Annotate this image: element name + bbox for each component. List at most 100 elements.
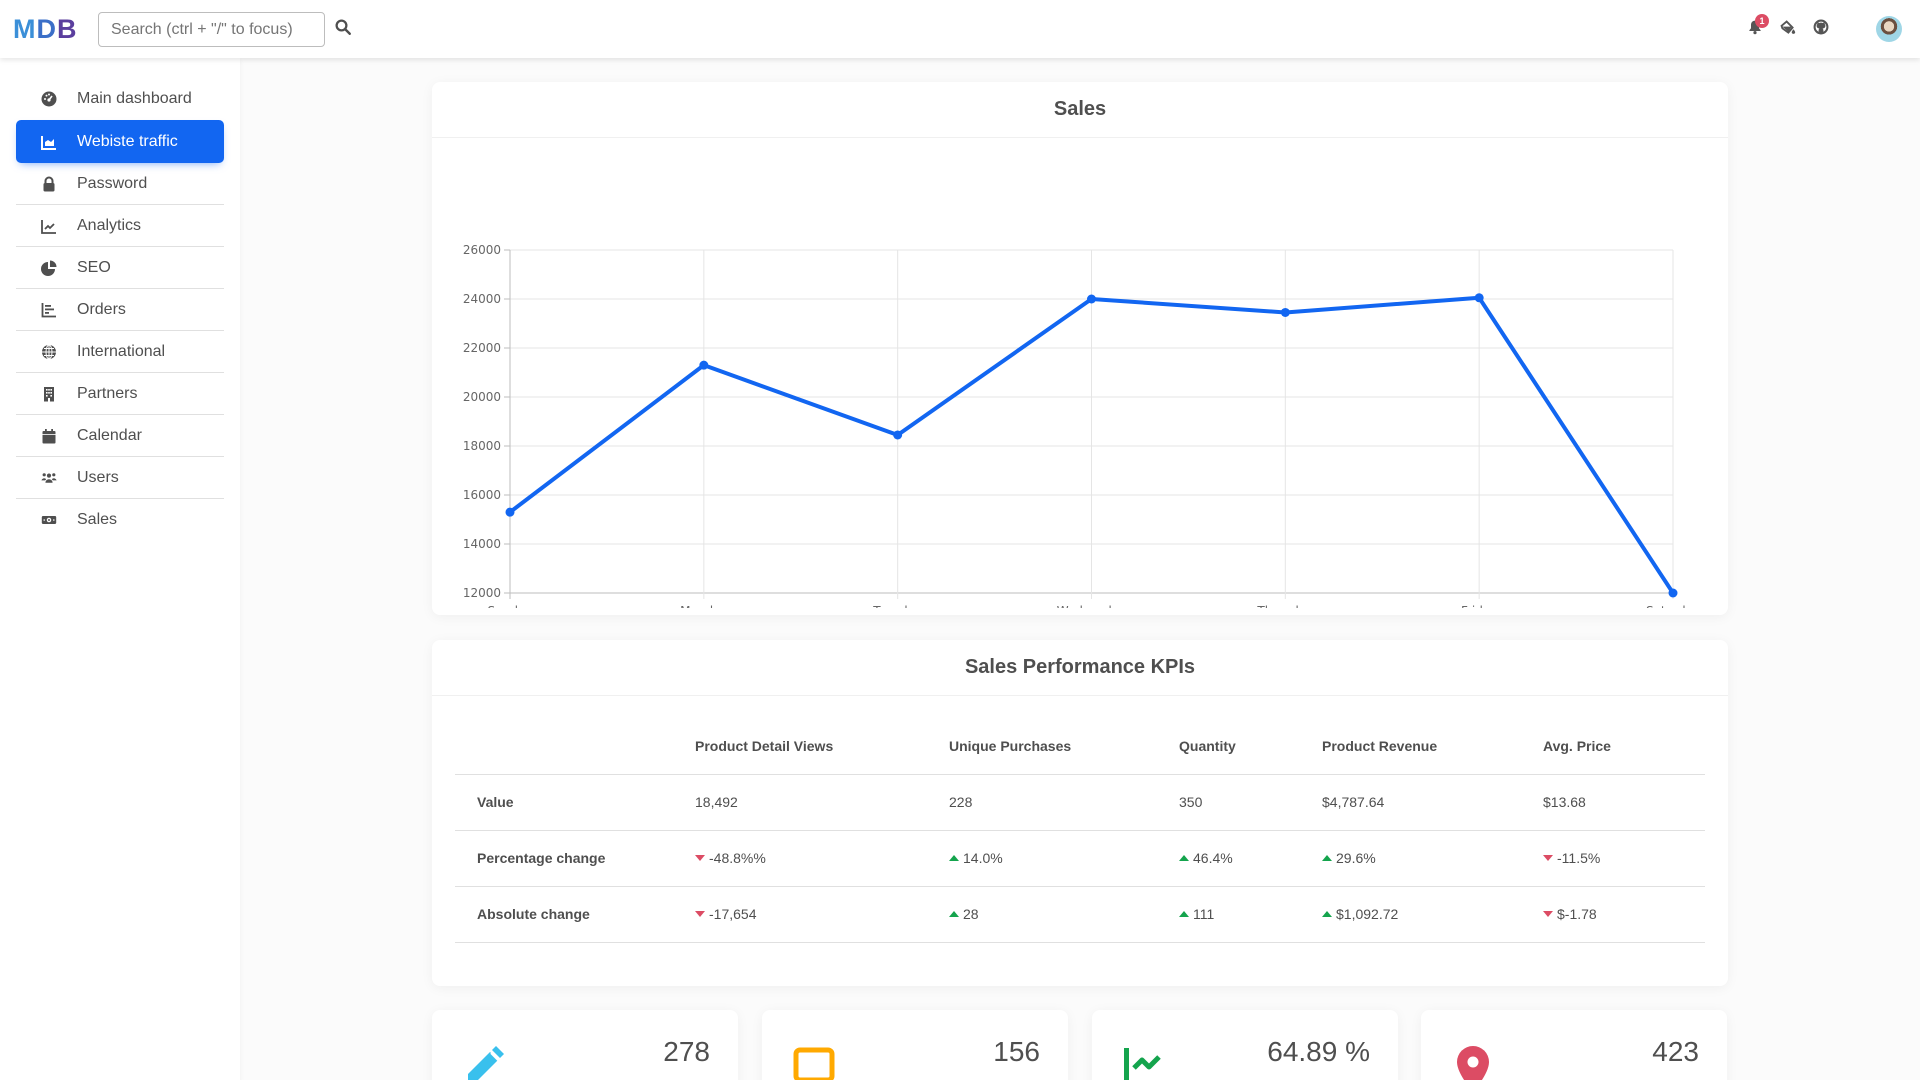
- stat-card: 278: [432, 1010, 738, 1080]
- area-chart-icon: [41, 134, 57, 150]
- kpi-cell-value: 29.6%: [1336, 850, 1376, 866]
- kpi-cell-value: $13.68: [1543, 794, 1586, 810]
- x-tick-label: Tuesday: [872, 604, 922, 608]
- kpi-cell-value: $1,092.72: [1336, 906, 1399, 922]
- stat-value: 156: [993, 1036, 1040, 1067]
- caret-up-icon: [1179, 911, 1189, 917]
- stat-card: 64.89 %: [1092, 1010, 1398, 1080]
- x-tick-label: Friday: [1461, 604, 1497, 608]
- pencil-icon: [460, 1044, 508, 1080]
- kpi-cell: $-1.78: [1521, 886, 1705, 943]
- sidebar-item-seo[interactable]: SEO: [16, 247, 224, 289]
- kpi-cell: -17,654: [673, 886, 927, 943]
- sidebar-item-partners[interactable]: Partners: [16, 373, 224, 415]
- kpi-cell: 28: [927, 886, 1157, 943]
- kpi-row-percentage-change: Percentage change -48.8%% 14.0% 46.4% 29.6% -…: [455, 830, 1705, 887]
- users-icon: [41, 470, 57, 486]
- kpi-row-value: Value 18,492 228 350 $4,787.64 $13.68: [455, 774, 1705, 831]
- sidebar-item-label: Orders: [77, 300, 126, 318]
- stat-value: 64.89 %: [1267, 1036, 1370, 1067]
- sidebar-item-orders[interactable]: Orders: [16, 289, 224, 331]
- line-chart-icon: [41, 218, 57, 234]
- kpi-cell-value: $-1.78: [1557, 906, 1597, 922]
- kpi-cell-value: 14.0%: [963, 850, 1003, 866]
- data-point-friday: [1474, 293, 1484, 303]
- comment-icon: [790, 1044, 838, 1080]
- kpi-cell-value: 350: [1179, 794, 1203, 810]
- kpi-cell-value: 28: [963, 906, 979, 922]
- caret-up-icon: [949, 855, 959, 861]
- sidebar-item-sales[interactable]: Sales: [16, 499, 224, 541]
- x-tick-label: Sunday: [488, 604, 533, 608]
- logo-letter-d: D: [36, 14, 57, 44]
- kpi-cell: -11.5%: [1521, 830, 1705, 887]
- search-input[interactable]: [98, 12, 325, 47]
- kpi-cell: $1,092.72: [1300, 886, 1521, 943]
- data-point-saturday: [1668, 588, 1678, 598]
- sales-line-chart: 26000 24000 22000 20000 18000 16000 14000 12000…: [463, 243, 1700, 608]
- building-icon: [41, 386, 57, 402]
- kpi-cell: $13.68: [1521, 774, 1705, 831]
- sidebar-menu: Main dashboard Webiste traffic Password Ana…: [16, 78, 224, 541]
- kpi-header-empty: [455, 718, 673, 775]
- data-point-thursday: [1280, 307, 1290, 317]
- x-tick-label: Wednesday: [1057, 604, 1126, 608]
- mdb-logo[interactable]: M D B: [13, 14, 78, 45]
- kpi-cell: 228: [927, 774, 1157, 831]
- user-avatar[interactable]: [1876, 16, 1902, 42]
- stat-card: 423: [1421, 1010, 1727, 1080]
- sales-chart-card: Sales 26000 24000 22000 20000 18000 16000 1400…: [432, 82, 1728, 615]
- sidebar-item-label: Analytics: [77, 216, 142, 234]
- kpi-cell: $4,787.64: [1300, 774, 1521, 831]
- sidebar-item-label: Webiste traffic: [77, 132, 178, 150]
- kpi-cell-value: 46.4%: [1193, 850, 1233, 866]
- caret-up-icon: [1322, 855, 1332, 861]
- calendar-icon: [41, 428, 57, 444]
- sidebar-item-label: Sales: [77, 511, 118, 528]
- search-icon[interactable]: [334, 18, 356, 40]
- caret-down-icon: [1543, 911, 1553, 917]
- sidebar-item-users[interactable]: Users: [16, 457, 224, 499]
- kpi-cell-value: $4,787.64: [1322, 794, 1385, 810]
- sidebar-item-international[interactable]: International: [16, 331, 224, 373]
- caret-down-icon: [695, 855, 705, 861]
- x-tick-label: Monday: [680, 604, 727, 608]
- y-tick-label: 22000: [463, 341, 501, 355]
- logo-letter-b: B: [57, 14, 78, 44]
- kpi-cell-value: 228: [949, 794, 973, 810]
- kpi-cell-value: 111: [1193, 906, 1215, 922]
- lock-icon: [41, 176, 57, 192]
- kpi-column-header: Unique Purchases: [927, 718, 1157, 775]
- caret-up-icon: [1179, 855, 1189, 861]
- kpi-cell: 18,492: [673, 774, 927, 831]
- kpi-table-header: Product Detail Views Unique Purchases Quan…: [455, 718, 1705, 775]
- kpi-cell-value: -11.5%: [1557, 850, 1601, 866]
- bell-icon[interactable]: 1: [1747, 14, 1769, 39]
- money-icon: [41, 512, 57, 528]
- kpi-column-header: Product Detail Views: [673, 718, 927, 775]
- bar-chart-icon: [41, 302, 57, 318]
- kpi-cell: 111: [1157, 886, 1300, 943]
- stat-card: 156: [762, 1010, 1068, 1080]
- sidebar-item-webiste-traffic[interactable]: Webiste traffic: [16, 120, 224, 163]
- github-icon[interactable]: [1813, 19, 1833, 39]
- sidebar-item-label: Partners: [77, 384, 138, 402]
- kpi-column-header: Product Revenue: [1300, 718, 1521, 775]
- kpi-column-header: Quantity: [1157, 718, 1300, 775]
- logo-letter-m: M: [13, 14, 37, 44]
- data-point-wednesday: [1087, 294, 1096, 304]
- caret-down-icon: [695, 911, 705, 917]
- sidebar-item-calendar[interactable]: Calendar: [16, 415, 224, 457]
- caret-up-icon: [1322, 911, 1332, 917]
- kpi-cell: 14.0%: [927, 830, 1157, 887]
- paint-bucket-icon[interactable]: [1779, 19, 1799, 39]
- sidebar-item-analytics[interactable]: Analytics: [16, 205, 224, 247]
- y-tick-label: 16000: [463, 488, 501, 502]
- kpi-cell: 29.6%: [1300, 830, 1521, 887]
- sidebar-item-main-dashboard[interactable]: Main dashboard: [16, 78, 224, 120]
- y-tick-label: 12000: [463, 586, 501, 600]
- sidebar-item-password[interactable]: Password: [16, 163, 224, 205]
- y-tick-label: 14000: [463, 537, 501, 551]
- kpi-row-absolute-change: Absolute change -17,654 28 111 $1,092.72 $-1.…: [455, 886, 1705, 943]
- top-navbar: M D B 1: [0, 0, 1920, 58]
